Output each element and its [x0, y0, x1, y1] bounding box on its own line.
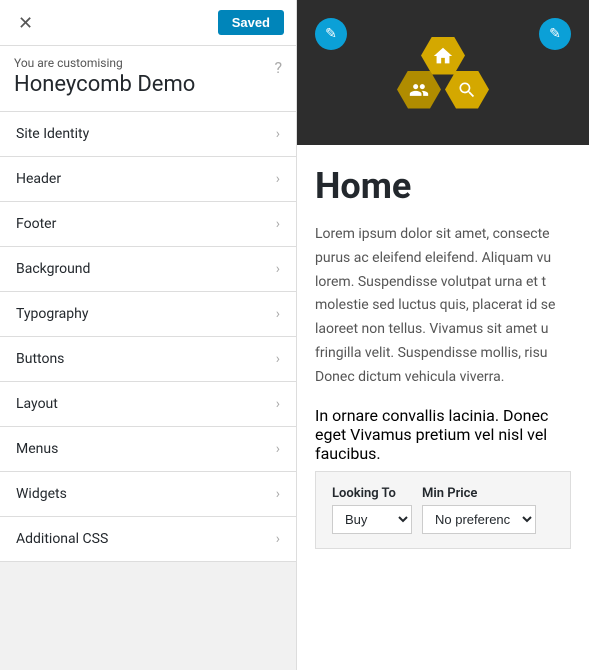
customising-section: You are customising Honeycomb Demo ? [0, 46, 296, 112]
edit-logo-button[interactable]: ✎ [539, 18, 571, 50]
menu-list: Site Identity›Header›Footer›Background›T… [0, 112, 296, 670]
hex-bottom-left [397, 71, 441, 109]
menu-item-label-typography: Typography [16, 306, 88, 322]
chevron-icon-site-identity: › [276, 126, 280, 142]
min-price-label: Min Price [422, 486, 536, 501]
close-button[interactable]: ✕ [12, 12, 39, 34]
chevron-icon-header: › [276, 171, 280, 187]
logo [395, 39, 491, 107]
chevron-icon-widgets: › [276, 486, 280, 502]
menu-item-label-site-identity: Site Identity [16, 126, 89, 142]
search-widget: Looking To Buy Min Price No preferenc [315, 471, 571, 549]
chevron-icon-footer: › [276, 216, 280, 232]
menu-item-background[interactable]: Background › [0, 247, 296, 292]
chevron-icon-background: › [276, 261, 280, 277]
menu-item-footer[interactable]: Footer › [0, 202, 296, 247]
saved-button[interactable]: Saved [218, 10, 284, 35]
customizer-panel: ✕ Saved You are customising Honeycomb De… [0, 0, 297, 670]
menu-item-buttons[interactable]: Buttons › [0, 337, 296, 382]
pencil-icon: ✎ [325, 26, 337, 42]
preview-panel: ✎ ✎ [297, 0, 589, 670]
menu-item-label-layout: Layout [16, 396, 58, 412]
menu-item-label-header: Header [16, 171, 61, 187]
lorem-paragraph-2: In ornare convallis lacinia. Donec eget … [315, 406, 571, 463]
menu-item-menus[interactable]: Menus › [0, 427, 296, 472]
customising-label: You are customising [14, 56, 282, 70]
lorem-paragraph-1: Lorem ipsum dolor sit amet, consecte pur… [315, 223, 571, 390]
looking-to-label: Looking To [332, 486, 412, 501]
looking-to-select[interactable]: Buy [332, 505, 412, 534]
chevron-icon-layout: › [276, 396, 280, 412]
menu-item-label-additional-css: Additional CSS [16, 531, 108, 547]
site-title: Honeycomb Demo [14, 72, 282, 97]
chevron-icon-menus: › [276, 441, 280, 457]
looking-to-field: Looking To Buy [332, 486, 412, 534]
menu-item-label-footer: Footer [16, 216, 56, 232]
edit-header-button[interactable]: ✎ [315, 18, 347, 50]
menu-item-typography[interactable]: Typography › [0, 292, 296, 337]
menu-item-label-buttons: Buttons [16, 351, 64, 367]
min-price-select[interactable]: No preferenc [422, 505, 536, 534]
menu-item-site-identity[interactable]: Site Identity › [0, 112, 296, 157]
menu-item-additional-css[interactable]: Additional CSS › [0, 517, 296, 562]
hex-bottom-right [445, 71, 489, 109]
menu-item-label-widgets: Widgets [16, 486, 67, 502]
preview-header: ✎ ✎ [297, 0, 589, 145]
chevron-icon-buttons: › [276, 351, 280, 367]
pencil-icon-right: ✎ [549, 26, 561, 42]
menu-item-label-background: Background [16, 261, 90, 277]
chevron-icon-typography: › [276, 306, 280, 322]
preview-content: Home Lorem ipsum dolor sit amet, consect… [297, 145, 589, 670]
menu-item-layout[interactable]: Layout › [0, 382, 296, 427]
page-title: Home [315, 165, 571, 207]
menu-item-label-menus: Menus [16, 441, 58, 457]
menu-item-widgets[interactable]: Widgets › [0, 472, 296, 517]
help-icon[interactable]: ? [274, 58, 282, 77]
chevron-icon-additional-css: › [276, 531, 280, 547]
menu-item-header[interactable]: Header › [0, 157, 296, 202]
min-price-field: Min Price No preferenc [422, 486, 536, 534]
top-bar: ✕ Saved [0, 0, 296, 46]
